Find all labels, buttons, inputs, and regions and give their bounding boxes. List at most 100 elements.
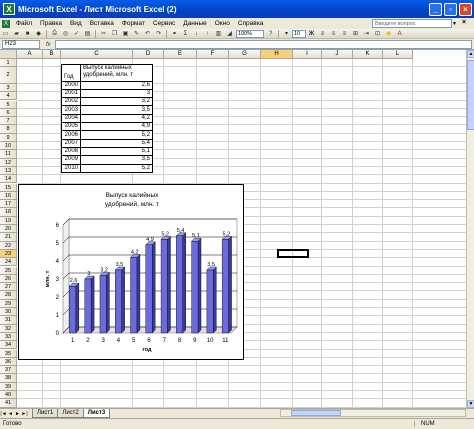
menu-window[interactable]: Окно	[211, 20, 234, 27]
column-header[interactable]: C	[61, 50, 133, 59]
hscroll-thumb[interactable]	[291, 410, 341, 416]
column-header[interactable]: D	[133, 50, 164, 59]
row-header[interactable]: 5	[0, 100, 17, 109]
menu-insert[interactable]: Вставка	[86, 20, 118, 27]
row-header[interactable]: 4	[0, 92, 17, 101]
year-cell[interactable]: 2007	[61, 138, 81, 148]
row-header[interactable]: 37	[0, 366, 17, 375]
column-header[interactable]: I	[293, 50, 322, 59]
font-name-icon[interactable]: ▾	[282, 30, 291, 38]
undo-icon[interactable]: ↶	[143, 30, 152, 38]
help-search-input[interactable]: Введите вопрос	[372, 19, 452, 28]
scroll-up-icon[interactable]: ▲	[467, 50, 474, 58]
spelling-icon[interactable]: ✓	[72, 30, 81, 38]
row-header[interactable]: 38	[0, 374, 17, 383]
cut-icon[interactable]: ✂	[99, 30, 108, 38]
column-header[interactable]: J	[322, 50, 353, 59]
row-header[interactable]: 6	[0, 108, 17, 118]
column-header[interactable]: B	[43, 50, 61, 59]
permission-icon[interactable]: ◆	[34, 30, 43, 38]
menu-data[interactable]: Данные	[179, 20, 210, 27]
row-header[interactable]: 36	[0, 357, 17, 367]
sort-desc-icon[interactable]: ↑	[203, 30, 212, 38]
drawing-icon[interactable]: ◢	[225, 30, 234, 38]
row-header[interactable]: 8	[0, 125, 17, 134]
sort-asc-icon[interactable]: ↓	[192, 30, 201, 38]
chart-wizard-icon[interactable]: ▥	[214, 30, 223, 38]
row-header[interactable]: 3	[0, 83, 17, 93]
align-right-icon[interactable]: ≡	[340, 30, 349, 38]
row-header[interactable]: 40	[0, 391, 17, 400]
save-icon[interactable]: ■	[23, 30, 32, 38]
row-header[interactable]: 13	[0, 166, 17, 176]
copy-icon[interactable]: ❐	[110, 30, 119, 38]
year-cell[interactable]: 2001	[61, 88, 81, 99]
align-center-icon[interactable]: ≡	[329, 30, 338, 38]
value-cell[interactable]: 3,5	[80, 155, 153, 165]
menu-tools[interactable]: Сервис	[149, 20, 179, 27]
row-header[interactable]: 11	[0, 150, 17, 159]
value-cell[interactable]: 5,1	[80, 146, 153, 157]
selected-cell-h23[interactable]	[277, 249, 309, 258]
chevron-down-icon[interactable]: ▼	[452, 21, 457, 27]
year-cell[interactable]: 2002	[61, 97, 81, 107]
paste-icon[interactable]: ▣	[121, 30, 130, 38]
menu-format[interactable]: Формат	[118, 20, 149, 27]
close-button[interactable]: ×	[459, 2, 472, 16]
format-painter-icon[interactable]: ✎	[132, 30, 141, 38]
row-header[interactable]: 18	[0, 208, 17, 217]
tab-sheet2[interactable]: Лист2	[57, 409, 84, 418]
row-header[interactable]: 26	[0, 274, 17, 284]
year-cell[interactable]: 2005	[61, 122, 81, 132]
value-cell[interactable]: 4,9	[80, 122, 153, 132]
column-header[interactable]: E	[164, 50, 197, 59]
align-left-icon[interactable]: ≡	[318, 30, 327, 38]
row-header[interactable]: 39	[0, 382, 17, 391]
column-header[interactable]: H	[261, 50, 293, 59]
row-header[interactable]: 1	[0, 59, 17, 68]
column-header[interactable]: F	[197, 50, 229, 59]
row-header[interactable]: 25	[0, 266, 17, 275]
new-icon[interactable]: ▭	[1, 30, 10, 38]
year-cell[interactable]: 2009	[61, 155, 81, 165]
row-header[interactable]: 10	[0, 142, 17, 151]
menu-view[interactable]: Вид	[66, 20, 86, 27]
font-size-select[interactable]: 10	[292, 29, 306, 38]
value-cell[interactable]: 5,2	[80, 130, 153, 140]
font-color-icon[interactable]: A	[395, 30, 404, 38]
row-header[interactable]: 27	[0, 283, 17, 292]
row-header[interactable]: 33	[0, 332, 17, 342]
value-cell[interactable]: 5,2	[80, 163, 153, 173]
row-header[interactable]: 30	[0, 308, 17, 317]
menu-file[interactable]: Файл	[12, 20, 36, 27]
column-header[interactable]: L	[383, 50, 413, 59]
bold-icon[interactable]: Ж	[307, 30, 316, 38]
row-header[interactable]: 9	[0, 133, 17, 142]
research-icon[interactable]: ▤	[83, 30, 92, 38]
fx-icon[interactable]: fx	[46, 42, 51, 48]
autosum-icon[interactable]: Σ	[181, 30, 190, 38]
hyperlink-icon[interactable]: ⚭	[170, 30, 179, 38]
row-header[interactable]: 32	[0, 324, 17, 333]
row-header[interactable]: 24	[0, 258, 17, 267]
minimize-button[interactable]: _	[429, 2, 442, 16]
menu-edit[interactable]: Правка	[36, 20, 66, 27]
header-year[interactable]: Год	[61, 64, 81, 82]
row-header[interactable]: 28	[0, 291, 17, 300]
last-sheet-icon[interactable]: ►|	[21, 411, 28, 417]
year-cell[interactable]: 2010	[61, 163, 81, 173]
value-cell[interactable]: 4,2	[80, 113, 153, 124]
value-cell[interactable]: 2,6	[80, 80, 153, 90]
fill-color-icon[interactable]: ◆	[384, 30, 393, 38]
row-header[interactable]: 21	[0, 233, 17, 242]
year-cell[interactable]: 2006	[61, 130, 81, 140]
vertical-scrollbar[interactable]: ▲ ▼	[466, 50, 474, 408]
tab-sheet3[interactable]: Лист3	[82, 409, 111, 418]
name-box[interactable]: H23	[2, 40, 40, 49]
redo-icon[interactable]: ↷	[154, 30, 163, 38]
year-cell[interactable]: 2004	[61, 113, 81, 124]
menu-help[interactable]: Справка	[234, 20, 268, 27]
next-sheet-icon[interactable]: ►	[14, 411, 21, 417]
close-workbook-button[interactable]: ×	[462, 19, 466, 26]
row-header[interactable]: 12	[0, 158, 17, 167]
